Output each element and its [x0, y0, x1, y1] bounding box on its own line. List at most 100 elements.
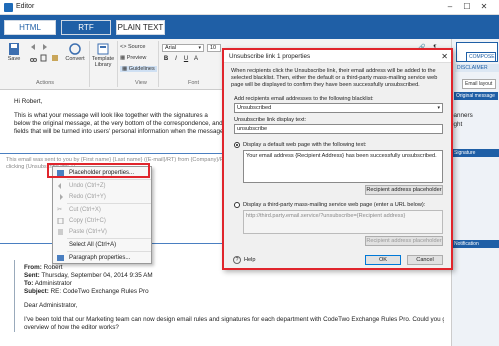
body-paragraph-2: overview of how the editor works?	[24, 324, 119, 331]
recipient-placeholder-button-2[interactable]: Recipient address placeholder	[365, 236, 443, 246]
ribbon-divider	[158, 41, 159, 87]
italic-icon[interactable]: I	[172, 55, 180, 63]
sent-value: Thursday, September 04, 2014 9:35 AM	[41, 272, 153, 279]
tab-plain-text[interactable]: PLAIN TEXT	[116, 20, 165, 35]
tab-signature[interactable]: Signature	[452, 149, 499, 157]
tab-compose-editor[interactable]: COMPOSE EDITOR	[466, 52, 496, 62]
dialog-title: Unsubscribe link 1 properties	[229, 53, 311, 60]
guidelines-button[interactable]: ▦ Guidelines	[120, 66, 157, 72]
group-label-font: Font	[188, 80, 200, 86]
right-panel: DISCLAIMER COMPOSE EDITOR Email layout O…	[451, 39, 499, 346]
help-icon[interactable]: ?	[233, 256, 241, 264]
group-label-actions: Actions	[36, 80, 55, 86]
quote-bar	[14, 260, 15, 332]
menu-item-copy[interactable]: Copy (Ctrl+C)	[54, 216, 151, 226]
menu-item-label: Paragraph properties...	[69, 255, 131, 261]
tab-disclaimer[interactable]: DISCLAIMER	[455, 64, 499, 72]
cancel-button[interactable]: Cancel	[407, 255, 443, 265]
tab-notification[interactable]: Notification	[452, 240, 499, 248]
tab-email-layout[interactable]: Email layout	[462, 79, 496, 89]
chevron-down-icon: ▾	[198, 45, 201, 51]
cut-icon[interactable]	[29, 54, 38, 62]
copy-icon[interactable]	[40, 54, 49, 62]
bold-icon[interactable]: B	[162, 55, 170, 63]
tab-html[interactable]: HTML	[4, 20, 56, 35]
menu-item-label: Paste (Ctrl+V)	[69, 229, 107, 235]
ok-button[interactable]: OK	[365, 255, 401, 265]
menu-item-paste[interactable]: Paste (Ctrl+V)	[54, 227, 151, 237]
third-party-url-field[interactable]: http://third.party.email.service/?unsubs…	[243, 210, 443, 234]
menu-separator	[67, 238, 151, 239]
menu-item-cut[interactable]: ✂ Cut (Ctrl+X)	[54, 205, 151, 215]
paste-icon	[58, 229, 63, 235]
chevron-down-icon: ▾	[437, 105, 440, 111]
preview-button[interactable]: ▦ Preview	[120, 55, 146, 61]
menu-item-label: Undo (Ctrl+Z)	[69, 183, 106, 189]
help-link[interactable]: Help	[244, 257, 256, 264]
menu-item-redo[interactable]: Redo (Ctrl+Y)	[54, 192, 151, 202]
menu-item-undo[interactable]: Undo (Ctrl+Z)	[54, 181, 151, 191]
source-button[interactable]: <> Source	[120, 44, 145, 50]
tab-original-message[interactable]: Original message	[454, 92, 498, 100]
save-label: Save	[7, 56, 21, 62]
save-icon	[9, 43, 19, 55]
dear-text: Dear Administrator,	[24, 302, 78, 309]
menu-separator	[67, 179, 151, 180]
underline-icon[interactable]: U	[182, 55, 190, 63]
display-text-value: unsubscribe	[237, 126, 268, 132]
preview-label: Preview	[126, 55, 147, 61]
menu-item-select-all[interactable]: Select All (Ctrl+A)	[54, 240, 151, 250]
to-label: To:	[24, 280, 34, 287]
third-party-label: Display a third-party mass-mailing servi…	[243, 202, 426, 208]
subject-value: RE: CodeTwo Exchange Rules Pro	[50, 288, 149, 295]
app-icon	[4, 3, 13, 12]
from-label: From:	[24, 264, 42, 271]
font-family-select[interactable]: Arial ▾	[162, 44, 204, 52]
default-page-textarea[interactable]: Your email address {Recipient Address} h…	[243, 150, 443, 183]
to-value: Administrator	[34, 280, 72, 287]
cut-icon: ✂	[57, 207, 63, 213]
mode-bar: HTML RTF PLAIN TEXT	[0, 15, 499, 39]
convert-button[interactable]: Convert	[63, 43, 87, 62]
sent-label: Sent:	[24, 272, 40, 279]
default-page-radio[interactable]	[234, 142, 240, 148]
group-label-view: View	[135, 80, 147, 86]
guidelines-label: Guidelines	[128, 66, 155, 72]
undo-icon[interactable]	[29, 43, 38, 51]
save-button[interactable]: Save	[5, 43, 23, 62]
body-line-3: fields that will be turned into users' p…	[14, 128, 229, 135]
redo-icon[interactable]	[40, 43, 49, 51]
dialog-title-bar: Unsubscribe link 1 properties ✕	[224, 50, 451, 63]
menu-item-paragraph-properties[interactable]: Paragraph properties...	[54, 253, 151, 263]
ribbon-divider	[117, 41, 118, 87]
default-page-label: Display a default web page with the foll…	[243, 142, 367, 148]
menu-item-label: Copy (Ctrl+C)	[69, 218, 106, 224]
convert-icon	[69, 43, 81, 55]
font-color-icon[interactable]: A	[192, 55, 200, 63]
recipient-placeholder-button-1[interactable]: Recipient address placeholder	[365, 185, 443, 195]
subject-line: Subject: RE: CodeTwo Exchange Rules Pro	[24, 288, 149, 297]
menu-separator	[67, 251, 151, 252]
unsubscribe-properties-dialog: Unsubscribe link 1 properties ✕ When rec…	[222, 48, 453, 270]
blacklist-select[interactable]: Unsubscribed ▾	[234, 103, 443, 113]
close-window-button[interactable]: ✕	[477, 1, 491, 13]
source-label: Source	[127, 44, 146, 50]
close-icon[interactable]: ✕	[441, 50, 448, 63]
menu-item-label: Cut (Ctrl+X)	[69, 207, 101, 213]
paste-icon[interactable]	[51, 54, 60, 62]
convert-label: Convert	[65, 56, 85, 62]
blacklist-value: Unsubscribed	[237, 105, 272, 111]
title-bar: Editor – ☐ ✕	[0, 0, 499, 15]
body-line-1-end: banners right	[450, 112, 473, 128]
template-library-button[interactable]: Template Library	[90, 43, 116, 68]
font-size-select[interactable]: 10	[207, 44, 221, 52]
paragraph-icon	[57, 255, 64, 261]
font-family-value: Arial	[165, 45, 177, 51]
tab-rtf[interactable]: RTF	[61, 20, 111, 35]
minimize-button[interactable]: –	[443, 1, 457, 13]
third-party-radio[interactable]	[234, 202, 240, 208]
maximize-button[interactable]: ☐	[460, 1, 474, 13]
display-text-field[interactable]: unsubscribe	[234, 124, 443, 134]
template-library-label: Template Library	[91, 56, 115, 68]
third-party-url: http://third.party.email.service/?unsubs…	[246, 213, 406, 219]
